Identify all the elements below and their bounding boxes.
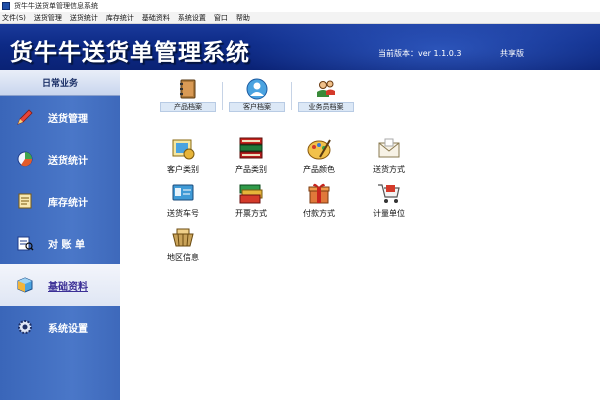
tab-customer-archive[interactable]: 客户档案 (229, 78, 285, 112)
menu-help[interactable]: 帮助 (236, 13, 250, 23)
tile-label: 送货方式 (373, 165, 405, 174)
cart-icon (375, 180, 403, 206)
tab-product-archive[interactable]: 产品档案 (160, 78, 216, 112)
top-tabs: 产品档案 客户档案 业务员档案 (160, 78, 360, 112)
sidebar-item-statement[interactable]: 对 账 单 (0, 222, 120, 264)
tile-label: 付款方式 (303, 209, 335, 218)
sidebar-header: 日常业务 (0, 70, 120, 96)
pencil-icon (16, 108, 34, 126)
tab-label: 客户档案 (229, 102, 285, 112)
tile-label: 客户类别 (167, 165, 199, 174)
tile-payment-method[interactable]: 付款方式 (284, 180, 354, 219)
palette-icon (305, 136, 333, 162)
tile-invoice-method[interactable]: 开票方式 (216, 180, 286, 219)
book-icon (176, 78, 200, 100)
sidebar-item-label: 送货管理 (48, 113, 88, 125)
statement-icon (16, 234, 34, 252)
cards-icon (237, 180, 265, 206)
menu-window[interactable]: 窗口 (214, 13, 228, 23)
gear-icon (16, 318, 34, 336)
sidebar-item-delivery[interactable]: 送货管理 (0, 96, 120, 138)
tab-label: 业务员档案 (298, 102, 354, 112)
app-title: 货牛牛送货单管理系统 (10, 39, 250, 66)
app-icon (2, 2, 10, 10)
window-title: 货牛牛送货单管理信息系统 (14, 2, 98, 10)
tile-label: 产品颜色 (303, 165, 335, 174)
sidebar-item-system-settings[interactable]: 系统设置 (0, 306, 120, 348)
menu-delivery[interactable]: 送货管理 (34, 13, 62, 23)
inventory-icon (16, 192, 34, 210)
header-banner: 货牛牛送货单管理系统 当前版本：ver 1.1.0.3 共享版 (0, 24, 600, 70)
tab-staff-archive[interactable]: 业务员档案 (298, 78, 354, 112)
version-label: 当前版本：ver 1.1.0.3 (378, 49, 462, 58)
tile-delivery-method[interactable]: 送货方式 (354, 136, 424, 175)
tab-label: 产品档案 (160, 102, 216, 112)
gift-box-icon (305, 180, 333, 206)
sidebar-item-label: 基础资料 (48, 281, 88, 293)
tab-divider (222, 82, 223, 110)
menu-system-settings[interactable]: 系统设置 (178, 13, 206, 23)
sidebar-item-delivery-stats[interactable]: 送货统计 (0, 138, 120, 180)
tile-delivery-vehicle[interactable]: 送货车号 (148, 180, 218, 219)
basket-icon (169, 224, 197, 250)
id-card-icon (169, 180, 197, 206)
tile-label: 地区信息 (167, 253, 199, 262)
tile-unit-of-measure[interactable]: 计量单位 (354, 180, 424, 219)
tile-label: 开票方式 (235, 209, 267, 218)
tile-label: 送货车号 (167, 209, 199, 218)
sidebar-item-label: 对 账 单 (48, 239, 85, 251)
title-bar: 货牛牛送货单管理信息系统 (0, 0, 600, 12)
tile-label: 计量单位 (373, 209, 405, 218)
user-icon (245, 78, 269, 100)
banner-glow (230, 24, 600, 70)
sidebar-item-label: 送货统计 (48, 155, 88, 167)
sidebar-item-basic-data[interactable]: 基础资料 (0, 264, 120, 306)
menu-inventory-stats[interactable]: 库存统计 (106, 13, 134, 23)
edition-label: 共享版 (500, 49, 524, 58)
staff-icon (314, 78, 338, 100)
menu-basic-data[interactable]: 基础资料 (142, 13, 170, 23)
stats-icon (16, 150, 34, 168)
tile-product-category[interactable]: 产品类别 (216, 136, 286, 175)
tile-product-color[interactable]: 产品颜色 (284, 136, 354, 175)
cube-icon (16, 276, 34, 294)
tile-label: 产品类别 (235, 165, 267, 174)
customer-category-icon (169, 136, 197, 162)
books-stack-icon (237, 136, 265, 162)
tile-customer-category[interactable]: 客户类别 (148, 136, 218, 175)
tile-region-info[interactable]: 地区信息 (148, 224, 218, 263)
sidebar: 日常业务 送货管理 送货统计 库存统计 对 账 单 基础资料 系统设置 (0, 70, 120, 400)
envelope-icon (375, 136, 403, 162)
menu-delivery-stats[interactable]: 送货统计 (70, 13, 98, 23)
menu-bar: 文件(S) 送货管理 送货统计 库存统计 基础资料 系统设置 窗口 帮助 (0, 12, 600, 24)
sidebar-item-label: 库存统计 (48, 197, 88, 209)
main-content: 产品档案 客户档案 业务员档案 客户类别 产品类别 产品颜色 送货方式 送货车号… (120, 70, 600, 400)
sidebar-item-inventory-stats[interactable]: 库存统计 (0, 180, 120, 222)
tab-divider (291, 82, 292, 110)
sidebar-item-label: 系统设置 (48, 323, 88, 335)
menu-file[interactable]: 文件(S) (2, 13, 26, 23)
